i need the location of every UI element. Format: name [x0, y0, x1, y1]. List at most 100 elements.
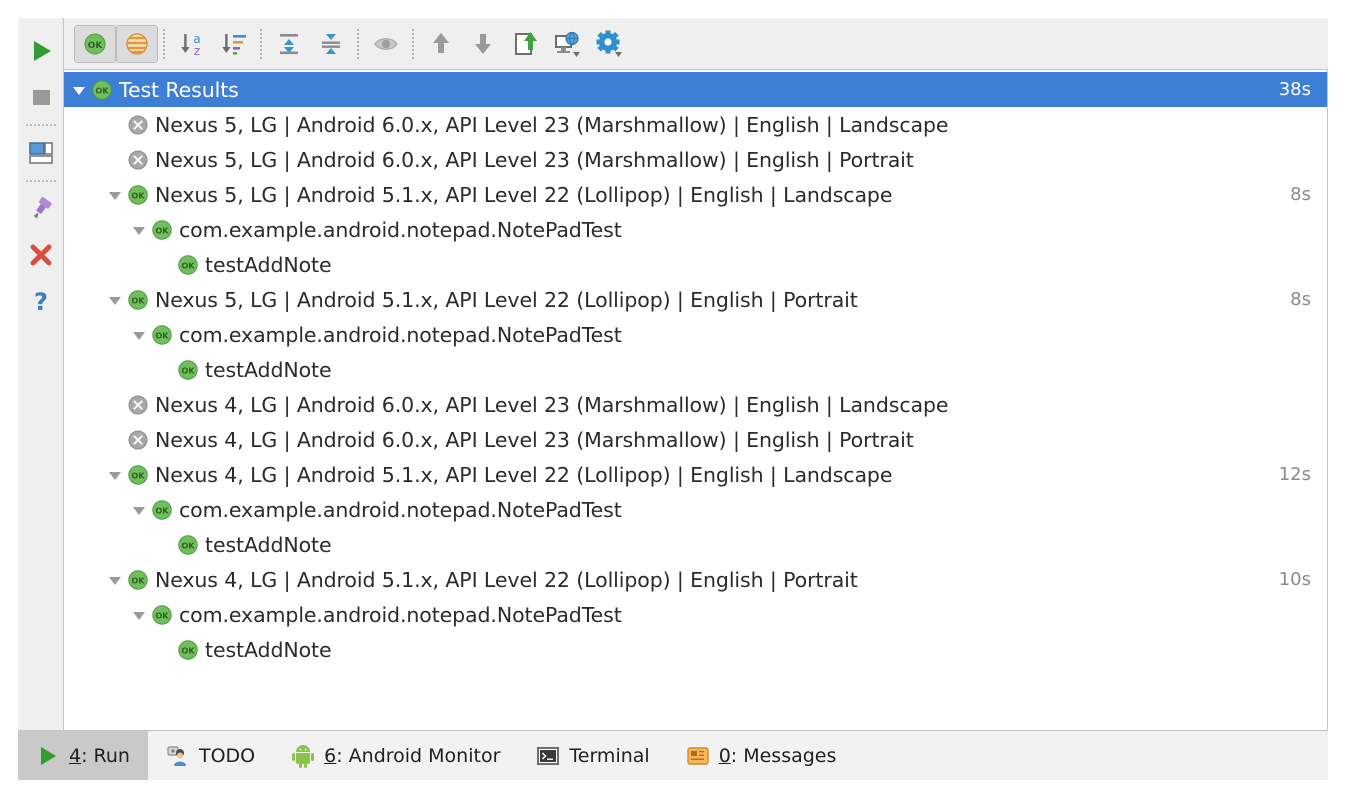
tree-row-label: Nexus 5, LG | Android 6.0.x, API Level 2…: [155, 147, 914, 172]
sort-alphabetically-button[interactable]: a z: [171, 25, 213, 63]
test-passed-icon: OK: [126, 183, 150, 207]
tab-run[interactable]: 4: Run: [18, 731, 148, 780]
export-test-results-button[interactable]: [504, 25, 546, 63]
test-passed-icon: OK: [150, 218, 174, 242]
ignored-circle-x-icon: [128, 115, 148, 134]
test-passed-icon: OK: [150, 323, 174, 347]
tree-expand-handle[interactable]: [128, 597, 150, 632]
tab-terminal[interactable]: Terminal: [518, 731, 667, 780]
toolbar-separator: [158, 28, 171, 59]
tree-row-test-class[interactable]: OK com.example.android.notepad.NotePadTes…: [64, 212, 1327, 247]
tree-row-label: Nexus 4, LG | Android 6.0.x, API Level 2…: [155, 392, 949, 417]
tree-row-label: Nexus 5, LG | Android 5.1.x, API Level 2…: [155, 182, 893, 207]
ok-green-badge-icon: OK: [152, 499, 172, 520]
show-ignored-toggle[interactable]: [116, 24, 158, 63]
sort-by-duration-button[interactable]: [213, 25, 255, 63]
chevron-down-icon[interactable]: [107, 467, 123, 483]
tool-window-tab-strip: 4: Run TODO 6: Android Monitor Terminal 0: M…: [18, 730, 1328, 780]
tree-row-device[interactable]: OK Nexus 4, LG | Android 5.1.x, API Level…: [64, 562, 1327, 597]
android-robot-icon: [292, 744, 315, 768]
sort-a-z-icon: a z: [181, 32, 201, 58]
tree-row-device[interactable]: Nexus 4, LG | Android 6.0.x, API Level 2…: [64, 387, 1327, 422]
tree-row-test-method[interactable]: OK testAddNote: [64, 527, 1327, 562]
tree-row-device[interactable]: Nexus 5, LG | Android 6.0.x, API Level 2…: [64, 107, 1327, 142]
toolbar-separator: [352, 28, 365, 59]
settings-button[interactable]: [588, 25, 630, 63]
tree-row-test-class[interactable]: OK com.example.android.notepad.NotePadTes…: [64, 597, 1327, 632]
next-failed-test-button[interactable]: [462, 25, 504, 63]
tree-row-label: testAddNote: [205, 357, 332, 382]
expand-all-button[interactable]: [268, 25, 310, 63]
run-green-triangle-icon: [36, 744, 60, 768]
tree-row-device[interactable]: OK Nexus 4, LG | Android 5.1.x, API Level…: [64, 457, 1327, 492]
arrow-down-icon: [475, 33, 491, 54]
help-button[interactable]: ?: [20, 278, 62, 324]
tree-row-device[interactable]: Nexus 4, LG | Android 6.0.x, API Level 2…: [64, 422, 1327, 457]
test-passed-icon: OK: [150, 603, 174, 627]
tab-android-monitor[interactable]: 6: Android Monitor: [273, 731, 518, 780]
tree-expand-handle[interactable]: [128, 492, 150, 527]
todo-person-icon: [167, 745, 186, 766]
tree-row-test-results[interactable]: OK Test Results 38s: [64, 72, 1327, 107]
tree-row-device[interactable]: Nexus 5, LG | Android 6.0.x, API Level 2…: [64, 142, 1327, 177]
tree-expand-handle[interactable]: [104, 282, 126, 317]
chevron-down-icon[interactable]: [131, 607, 147, 623]
tree-expand-handle: [154, 527, 176, 562]
tree-row-device[interactable]: OK Nexus 5, LG | Android 5.1.x, API Level…: [64, 177, 1327, 212]
tree-row-duration: 12s: [1278, 464, 1311, 485]
run-green-triangle-icon: [41, 746, 56, 765]
track-running-test-button[interactable]: [365, 25, 407, 63]
tree-row-test-class[interactable]: OK com.example.android.notepad.NotePadTes…: [64, 492, 1327, 527]
test-ignored-icon: [126, 113, 150, 137]
tree-row-test-method[interactable]: OK testAddNote: [64, 247, 1327, 282]
test-results-toolbar: OK a z: [64, 18, 1328, 70]
rerun-button[interactable]: [20, 28, 62, 74]
test-ignored-icon: [126, 428, 150, 452]
terminal-icon: [536, 744, 560, 768]
test-ignored-icon: [126, 393, 150, 417]
chevron-down-icon[interactable]: [107, 292, 123, 308]
tree-row-test-class[interactable]: OK com.example.android.notepad.NotePadTes…: [64, 317, 1327, 352]
tree-expand-handle[interactable]: [128, 212, 150, 247]
chevron-down-icon[interactable]: [107, 572, 123, 588]
test-passed-icon: OK: [176, 638, 200, 662]
chevron-down-icon[interactable]: [131, 502, 147, 518]
ok-green-badge-icon: OK: [178, 639, 198, 660]
pin-tab-button[interactable]: [20, 186, 62, 232]
close-x-icon: [30, 244, 51, 266]
tree-row-label: testAddNote: [205, 532, 332, 557]
stop-square-icon: [32, 90, 50, 105]
tab-todo[interactable]: TODO: [148, 731, 273, 780]
tree-expand-handle[interactable]: [128, 317, 150, 352]
layout-button[interactable]: [20, 130, 62, 176]
chevron-down-icon[interactable]: [131, 327, 147, 343]
question-mark-icon: ?: [34, 288, 48, 315]
ok-green-badge-icon: OK: [128, 184, 148, 205]
messages-icon: [686, 746, 709, 765]
collapse-all-button[interactable]: [310, 25, 352, 63]
test-passed-icon: OK: [176, 533, 200, 557]
open-in-browser-button[interactable]: [546, 25, 588, 63]
ignored-circle-x-icon: [128, 430, 148, 449]
test-passed-icon: OK: [126, 288, 150, 312]
tree-row-label: Nexus 4, LG | Android 5.1.x, API Level 2…: [155, 462, 893, 487]
tab-mnemonic: 0: [718, 744, 731, 767]
tree-expand-handle[interactable]: [104, 457, 126, 492]
terminal-icon: [537, 746, 560, 765]
close-button[interactable]: [20, 232, 62, 278]
chevron-down-icon[interactable]: [131, 222, 147, 238]
tab-messages[interactable]: 0: Messages: [668, 731, 855, 780]
previous-failed-test-button[interactable]: [420, 25, 462, 63]
tree-row-test-method[interactable]: OK testAddNote: [64, 632, 1327, 667]
tree-row-test-method[interactable]: OK testAddNote: [64, 352, 1327, 387]
chevron-down-icon[interactable]: [71, 82, 87, 98]
tree-expand-handle[interactable]: [104, 562, 126, 597]
chevron-down-icon[interactable]: [107, 187, 123, 203]
ok-green-badge-icon: OK: [152, 604, 172, 625]
stop-button[interactable]: [20, 74, 62, 120]
tree-expand-handle[interactable]: [104, 177, 126, 212]
hide-passed-toggle[interactable]: OK: [74, 24, 116, 63]
test-results-tree-panel[interactable]: OK Test Results 38s Nexus 5, LG | Android 6…: [64, 70, 1328, 730]
tree-expand-handle[interactable]: [68, 72, 90, 107]
tree-row-device[interactable]: OK Nexus 5, LG | Android 5.1.x, API Level…: [64, 282, 1327, 317]
